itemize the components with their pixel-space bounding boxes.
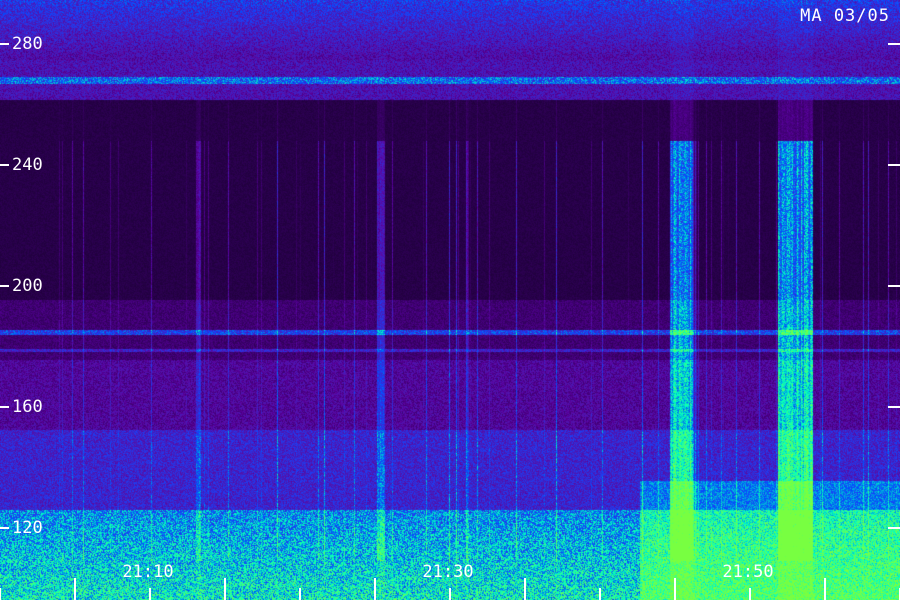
axis-overlay: MA 03/05 280 240 200 160 120 21:10 21:30… <box>0 0 900 600</box>
tick-marks <box>0 43 900 600</box>
